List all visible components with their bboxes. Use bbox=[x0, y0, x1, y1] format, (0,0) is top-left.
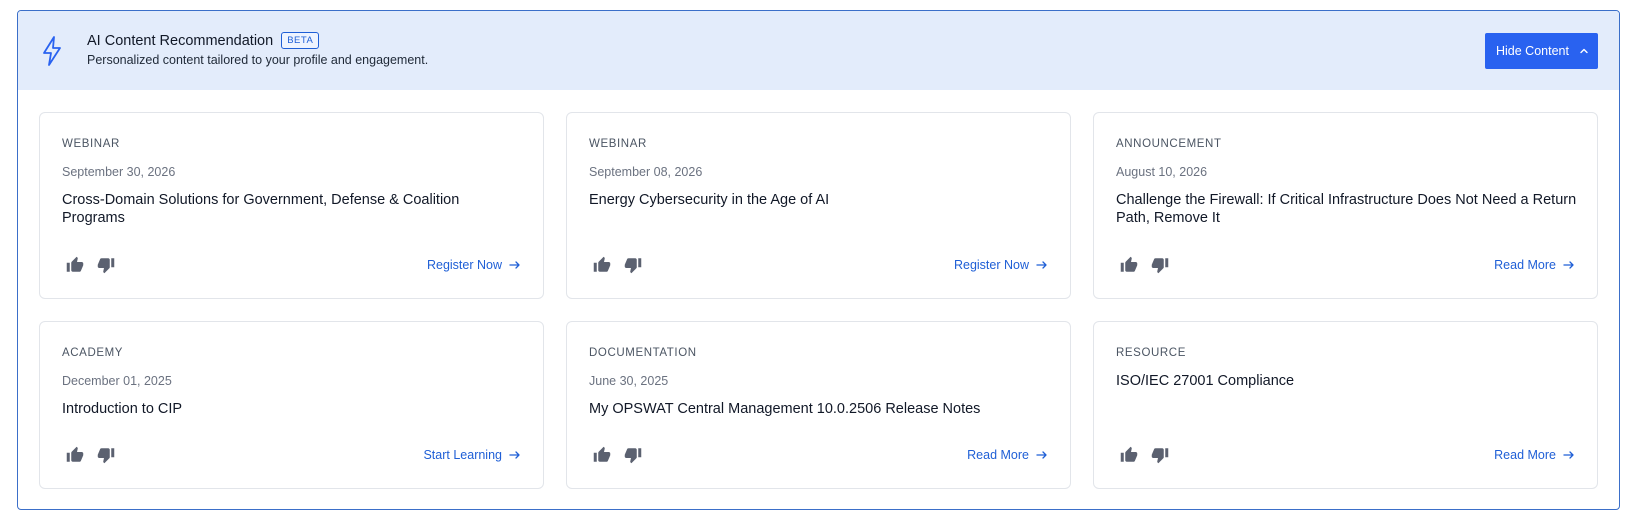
arrow-right-icon bbox=[1563, 451, 1574, 459]
recommendation-card: WEBINAR September 08, 2026 Energy Cybers… bbox=[566, 112, 1071, 299]
thumbs-up-icon[interactable] bbox=[1120, 256, 1138, 274]
thumbs-down-icon[interactable] bbox=[624, 446, 642, 464]
action-label: Read More bbox=[1494, 448, 1556, 462]
card-category: WEBINAR bbox=[589, 138, 647, 150]
panel-header: AI Content Recommendation BETA Personali… bbox=[18, 11, 1619, 90]
arrow-right-icon bbox=[509, 451, 520, 459]
hide-content-button[interactable]: Hide Content bbox=[1485, 33, 1598, 69]
thumbs-down-icon[interactable] bbox=[1151, 446, 1169, 464]
read-more-link[interactable]: Read More bbox=[1494, 448, 1575, 462]
hide-content-label: Hide Content bbox=[1496, 44, 1569, 58]
card-category: DOCUMENTATION bbox=[589, 347, 697, 359]
recommendation-card: ANNOUNCEMENT August 10, 2026 Challenge t… bbox=[1093, 112, 1598, 299]
action-label: Read More bbox=[967, 448, 1029, 462]
beta-badge: BETA bbox=[281, 32, 320, 49]
vote-controls bbox=[66, 256, 115, 274]
thumbs-down-icon[interactable] bbox=[624, 256, 642, 274]
register-now-link[interactable]: Register Now bbox=[427, 258, 521, 272]
vote-controls bbox=[1120, 446, 1169, 464]
card-category: WEBINAR bbox=[62, 138, 120, 150]
thumbs-up-icon[interactable] bbox=[1120, 446, 1138, 464]
thumbs-up-icon[interactable] bbox=[593, 446, 611, 464]
recommendation-card: DOCUMENTATION June 30, 2025 My OPSWAT Ce… bbox=[566, 321, 1071, 489]
thumbs-down-icon[interactable] bbox=[1151, 256, 1169, 274]
card-category: ACADEMY bbox=[62, 347, 124, 359]
action-label: Register Now bbox=[953, 258, 1029, 272]
thumbs-up-icon[interactable] bbox=[593, 256, 611, 274]
action-label: Read More bbox=[1494, 258, 1556, 272]
thumbs-up-icon[interactable] bbox=[66, 256, 84, 274]
card-title[interactable]: Challenge the Firewall: If Critical Infr… bbox=[1116, 191, 1579, 227]
recommendation-card: WEBINAR September 30, 2026 Cross-Domain … bbox=[39, 112, 544, 299]
vote-controls bbox=[593, 256, 642, 274]
card-title[interactable]: My OPSWAT Central Management 10.0.2506 R… bbox=[589, 400, 1052, 418]
card-date: December 01, 2025 bbox=[62, 374, 172, 388]
recommendation-grid: WEBINAR September 30, 2026 Cross-Domain … bbox=[39, 112, 1598, 489]
read-more-link[interactable]: Read More bbox=[967, 448, 1048, 462]
arrow-right-icon bbox=[1036, 261, 1047, 269]
card-category: RESOURCE bbox=[1116, 347, 1186, 359]
panel-subtitle: Personalized content tailored to your pr… bbox=[87, 53, 429, 67]
card-title[interactable]: Energy Cybersecurity in the Age of AI bbox=[589, 191, 1052, 209]
arrow-right-icon bbox=[1036, 451, 1047, 459]
card-category: ANNOUNCEMENT bbox=[1116, 138, 1222, 150]
vote-controls bbox=[66, 446, 115, 464]
recommendation-card: RESOURCE ISO/IEC 27001 Compliance Read M… bbox=[1093, 321, 1598, 489]
thumbs-down-icon[interactable] bbox=[97, 446, 115, 464]
arrow-right-icon bbox=[1563, 261, 1574, 269]
register-now-link[interactable]: Register Now bbox=[954, 258, 1048, 272]
read-more-link[interactable]: Read More bbox=[1494, 258, 1575, 272]
start-learning-link[interactable]: Start Learning bbox=[423, 448, 521, 462]
lightning-bolt-icon bbox=[43, 36, 61, 66]
vote-controls bbox=[1120, 256, 1169, 274]
ai-recommendation-panel: AI Content Recommendation BETA Personali… bbox=[17, 10, 1620, 510]
thumbs-down-icon[interactable] bbox=[97, 256, 115, 274]
card-date: June 30, 2025 bbox=[589, 374, 669, 388]
chevron-up-icon bbox=[1580, 48, 1588, 54]
recommendation-card: ACADEMY December 01, 2025 Introduction t… bbox=[39, 321, 544, 489]
action-label: Register Now bbox=[426, 258, 502, 272]
card-date: August 10, 2026 bbox=[1116, 165, 1208, 179]
thumbs-up-icon[interactable] bbox=[66, 446, 84, 464]
card-title[interactable]: Cross-Domain Solutions for Government, D… bbox=[62, 191, 525, 227]
card-title[interactable]: ISO/IEC 27001 Compliance bbox=[1116, 372, 1579, 390]
card-date: September 30, 2026 bbox=[62, 165, 176, 179]
panel-title: AI Content Recommendation bbox=[87, 32, 274, 49]
card-date: September 08, 2026 bbox=[589, 165, 703, 179]
vote-controls bbox=[593, 446, 642, 464]
card-title[interactable]: Introduction to CIP bbox=[62, 400, 525, 418]
arrow-right-icon bbox=[509, 261, 520, 269]
action-label: Start Learning bbox=[423, 448, 502, 462]
